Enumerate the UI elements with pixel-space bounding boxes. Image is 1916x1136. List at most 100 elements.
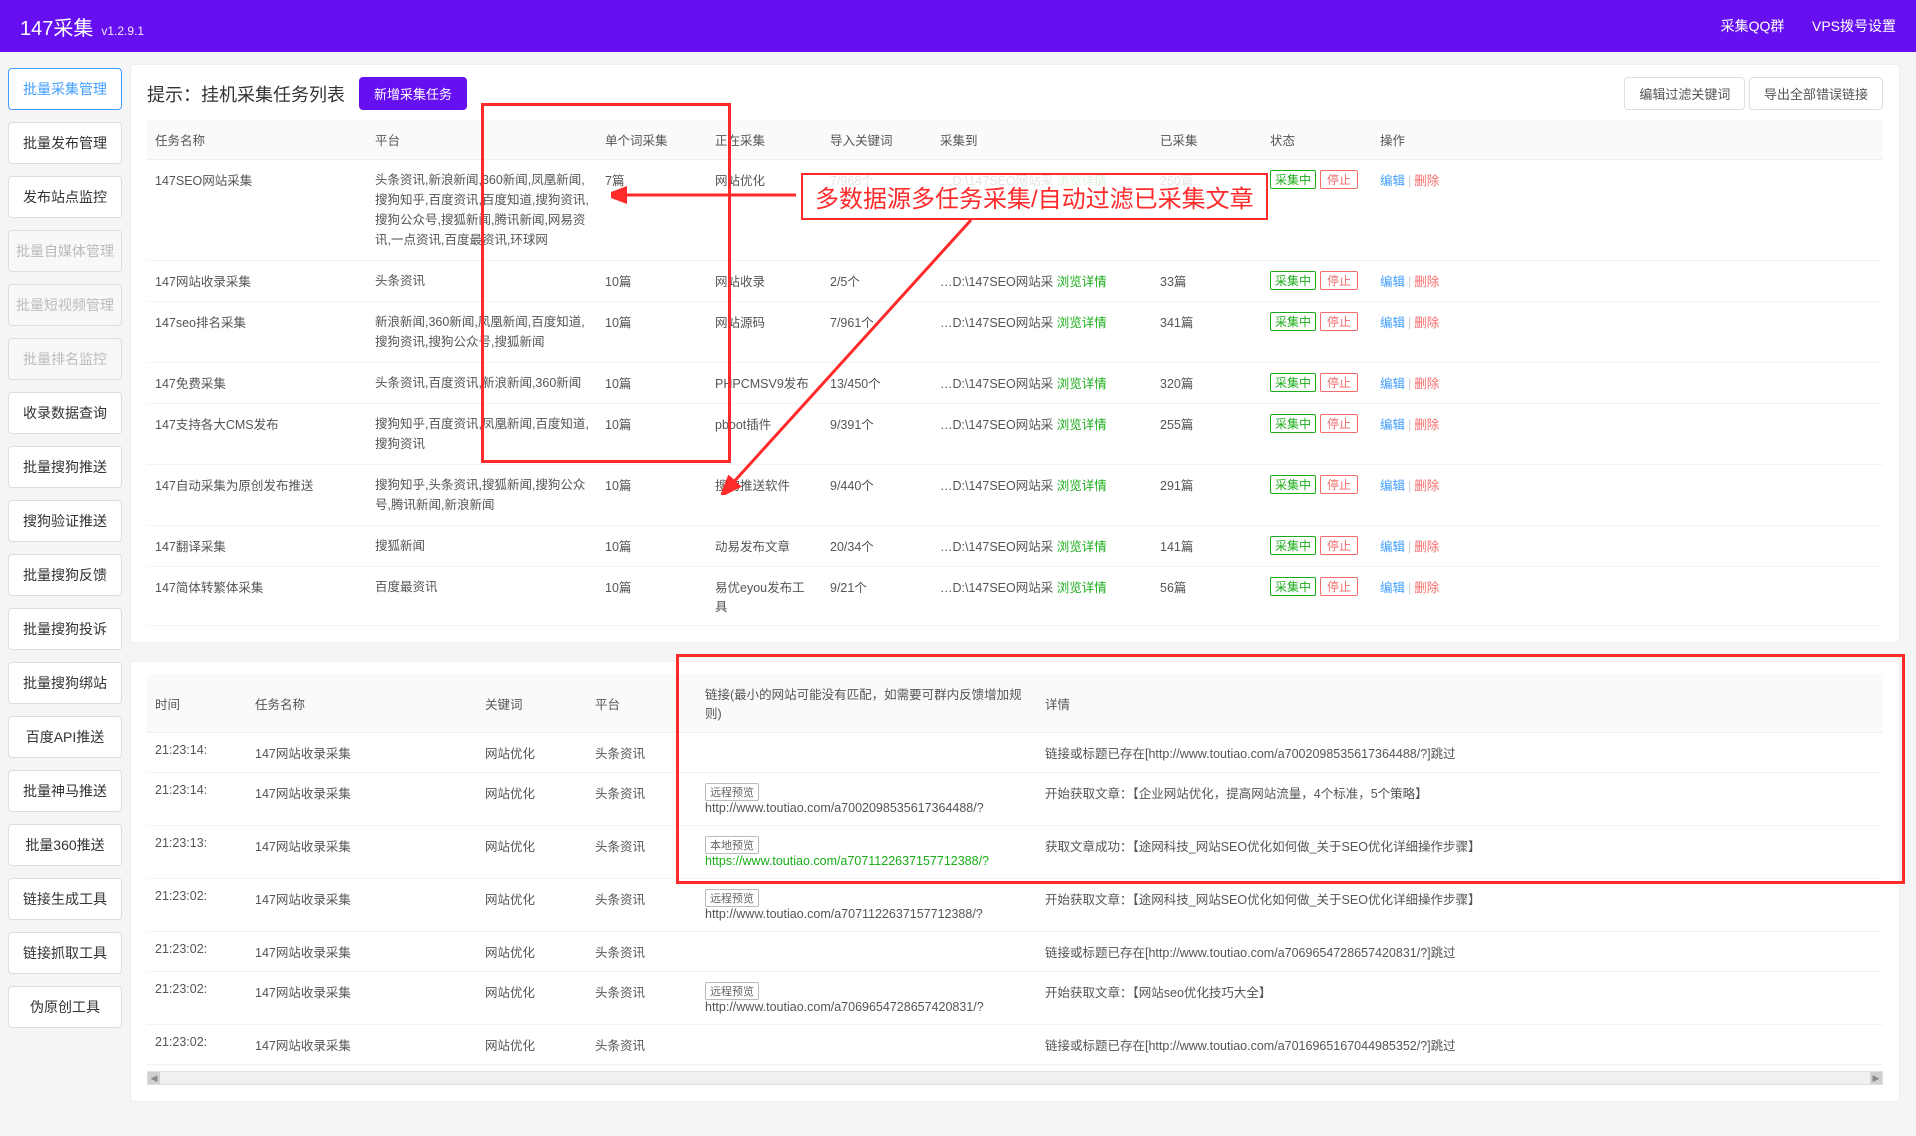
th-time: 时间	[147, 674, 247, 733]
cell-detail: 获取文章成功：【途网科技_网站SEO优化如何做_关于SEO优化详细操作步骤】	[1037, 826, 1883, 879]
scroll-right-icon[interactable]: ▶	[1870, 1072, 1882, 1084]
cell-keyword: 网站优化	[477, 1025, 587, 1065]
th-status: 状态	[1262, 120, 1372, 160]
status-chip: 采集中	[1270, 271, 1316, 290]
export-errors-button[interactable]: 导出全部错误链接	[1749, 77, 1883, 110]
delete-link[interactable]: 删除	[1414, 540, 1439, 554]
cell-detail: 开始获取文章：【企业网站优化，提高网站流量，4个标准，5个策略】	[1037, 773, 1883, 826]
delete-link[interactable]: 删除	[1414, 174, 1439, 188]
browse-detail-link[interactable]: 浏览详情	[1057, 581, 1107, 595]
cell-time: 21:23:02:	[147, 879, 247, 932]
sidebar-item-10[interactable]: 批量搜狗投诉	[8, 608, 122, 650]
task-row: 147简体转繁体采集百度最资讯10篇易优eyou发布工具9/21个…D:\147…	[147, 567, 1883, 626]
delete-link[interactable]: 删除	[1414, 581, 1439, 595]
status-chip: 采集中	[1270, 414, 1316, 433]
cell-task: 147网站收录采集	[247, 879, 477, 932]
cell-dest: …D:\147SEO网站采 浏览详情	[932, 363, 1152, 404]
log-url[interactable]: http://www.toutiao.com/a7069654728657420…	[705, 1000, 984, 1014]
stop-button[interactable]: 停止	[1320, 271, 1358, 290]
browse-detail-link[interactable]: 浏览详情	[1057, 418, 1107, 432]
edit-link[interactable]: 编辑	[1380, 581, 1405, 595]
cell-time: 21:23:13:	[147, 826, 247, 879]
sidebar-item-9[interactable]: 批量搜狗反馈	[8, 554, 122, 596]
sidebar-item-16[interactable]: 链接抓取工具	[8, 932, 122, 974]
local-preview-tag[interactable]: 本地预览	[705, 836, 759, 854]
cell-import: 13/450个	[822, 363, 932, 404]
sidebar-item-1[interactable]: 批量发布管理	[8, 122, 122, 164]
edit-filter-button[interactable]: 编辑过滤关键词	[1624, 77, 1745, 110]
log-row: 21:23:02:147网站收录采集网站优化头条资讯链接或标题已存在[http:…	[147, 932, 1883, 972]
sidebar-item-17[interactable]: 伪原创工具	[8, 986, 122, 1028]
cell-import: 2/5个	[822, 261, 932, 302]
sidebar-item-13[interactable]: 批量神马推送	[8, 770, 122, 812]
remote-preview-tag[interactable]: 远程预览	[705, 783, 759, 801]
cell-now: 搜狗推送软件	[707, 465, 822, 526]
stop-button[interactable]: 停止	[1320, 373, 1358, 392]
sidebar-item-0[interactable]: 批量采集管理	[8, 68, 122, 110]
log-table: 时间 任务名称 关键词 平台 链接(最小的网站可能没有匹配，如需要可群内反馈增加…	[147, 674, 1883, 1065]
status-chip: 采集中	[1270, 536, 1316, 555]
cell-name: 147自动采集为原创发布推送	[147, 465, 367, 526]
log-url[interactable]: http://www.toutiao.com/a7002098535617364…	[705, 801, 984, 815]
th-platform: 平台	[367, 120, 597, 160]
sidebar-item-7[interactable]: 批量搜狗推送	[8, 446, 122, 488]
delete-link[interactable]: 删除	[1414, 418, 1439, 432]
cell-import: 9/391个	[822, 404, 932, 465]
sidebar-item-11[interactable]: 批量搜狗绑站	[8, 662, 122, 704]
cell-platform: 头条资讯	[587, 733, 697, 773]
sidebar-item-8[interactable]: 搜狗验证推送	[8, 500, 122, 542]
stop-button[interactable]: 停止	[1320, 577, 1358, 596]
stop-button[interactable]: 停止	[1320, 170, 1358, 189]
browse-detail-link[interactable]: 浏览详情	[1057, 316, 1107, 330]
cell-name: 147网站收录采集	[147, 261, 367, 302]
sidebar-item-6[interactable]: 收录数据查询	[8, 392, 122, 434]
log-row: 21:23:14:147网站收录采集网站优化头条资讯链接或标题已存在[http:…	[147, 733, 1883, 773]
cell-link: 远程预览http://www.toutiao.com/a707112263715…	[697, 879, 1037, 932]
sidebar-item-14[interactable]: 批量360推送	[8, 824, 122, 866]
sidebar-item-5: 批量排名监控	[8, 338, 122, 380]
browse-detail-link[interactable]: 浏览详情	[1057, 540, 1107, 554]
cell-link: 远程预览http://www.toutiao.com/a706965472865…	[697, 972, 1037, 1025]
scroll-left-icon[interactable]: ◀	[148, 1072, 160, 1084]
cell-time: 21:23:02:	[147, 1025, 247, 1065]
task-row: 147支持各大CMS发布搜狗知乎,百度资讯,凤凰新闻,百度知道,搜狗资讯10篇p…	[147, 404, 1883, 465]
delete-link[interactable]: 删除	[1414, 479, 1439, 493]
edit-link[interactable]: 编辑	[1380, 275, 1405, 289]
sidebar-item-15[interactable]: 链接生成工具	[8, 878, 122, 920]
edit-link[interactable]: 编辑	[1380, 418, 1405, 432]
delete-link[interactable]: 删除	[1414, 316, 1439, 330]
stop-button[interactable]: 停止	[1320, 536, 1358, 555]
browse-detail-link[interactable]: 浏览详情	[1057, 479, 1107, 493]
log-url[interactable]: http://www.toutiao.com/a7071122637157712…	[705, 907, 983, 921]
cell-keyword: 网站优化	[477, 733, 587, 773]
edit-link[interactable]: 编辑	[1380, 540, 1405, 554]
cell-dest: …D:\147SEO网站采 浏览详情	[932, 404, 1152, 465]
stop-button[interactable]: 停止	[1320, 475, 1358, 494]
stop-button[interactable]: 停止	[1320, 414, 1358, 433]
edit-link[interactable]: 编辑	[1380, 479, 1405, 493]
cell-op: 编辑|删除	[1372, 526, 1883, 567]
browse-detail-link[interactable]: 浏览详情	[1057, 174, 1107, 188]
edit-link[interactable]: 编辑	[1380, 174, 1405, 188]
edit-link[interactable]: 编辑	[1380, 316, 1405, 330]
log-url[interactable]: https://www.toutiao.com/a707112263715771…	[705, 854, 989, 868]
remote-preview-tag[interactable]: 远程预览	[705, 982, 759, 1000]
browse-detail-link[interactable]: 浏览详情	[1057, 275, 1107, 289]
delete-link[interactable]: 删除	[1414, 275, 1439, 289]
delete-link[interactable]: 删除	[1414, 377, 1439, 391]
sidebar-item-2[interactable]: 发布站点监控	[8, 176, 122, 218]
sidebar-item-4: 批量短视频管理	[8, 284, 122, 326]
browse-detail-link[interactable]: 浏览详情	[1057, 377, 1107, 391]
task-row: 147翻译采集搜狐新闻10篇动易发布文章20/34个…D:\147SEO网站采 …	[147, 526, 1883, 567]
link-vps-settings[interactable]: VPS拨号设置	[1812, 18, 1896, 34]
cell-keyword: 网站优化	[477, 932, 587, 972]
sidebar-item-12[interactable]: 百度API推送	[8, 716, 122, 758]
stop-button[interactable]: 停止	[1320, 312, 1358, 331]
new-task-button[interactable]: 新增采集任务	[359, 77, 467, 110]
link-qq-group[interactable]: 采集QQ群	[1721, 18, 1785, 34]
horizontal-scrollbar[interactable]: ◀ ▶	[147, 1071, 1883, 1085]
remote-preview-tag[interactable]: 远程预览	[705, 889, 759, 907]
app-title: 147采集	[20, 12, 93, 41]
edit-link[interactable]: 编辑	[1380, 377, 1405, 391]
th-dest: 采集到	[932, 120, 1152, 160]
